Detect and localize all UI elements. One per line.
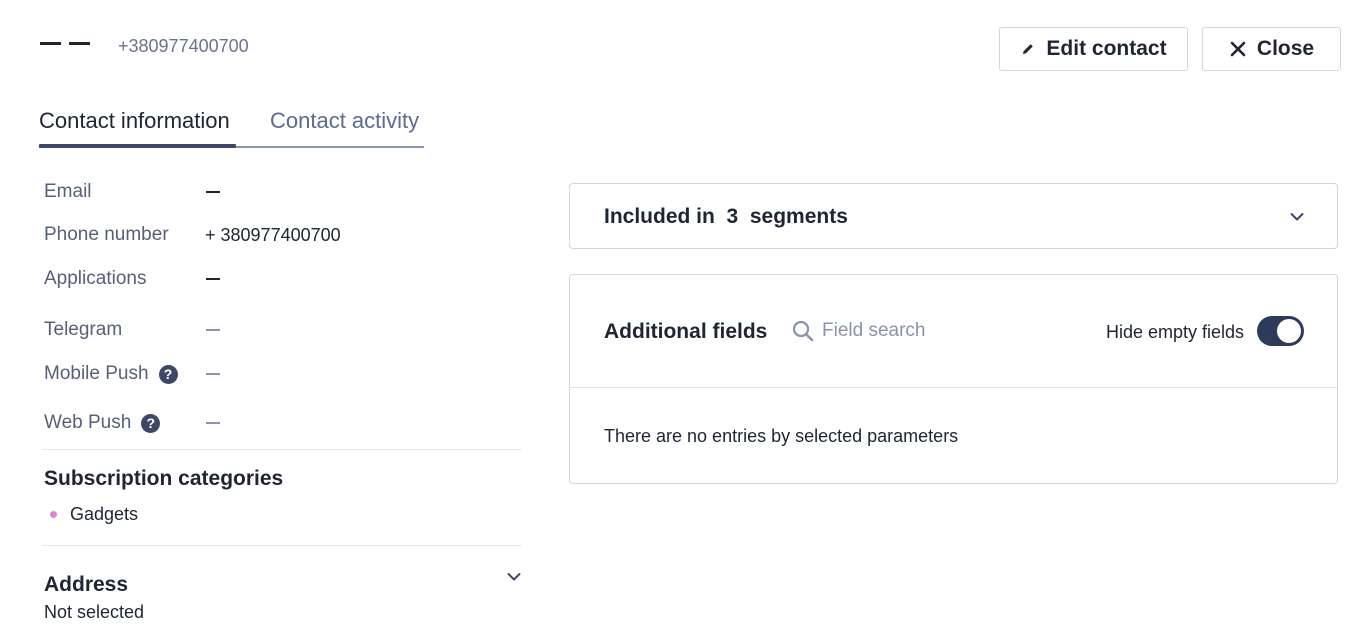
active-tab-indicator — [39, 144, 236, 148]
close-icon — [1230, 41, 1246, 57]
search-icon — [792, 320, 814, 342]
category-dot-icon — [50, 511, 57, 518]
subscription-categories-title: Subscription categories — [44, 467, 284, 490]
divider — [570, 387, 1337, 388]
segments-title: Included in 3 segments — [604, 205, 848, 228]
address-title: Address — [44, 573, 129, 596]
segments-card[interactable]: Included in 3 segments — [569, 183, 1338, 249]
chevron-down-icon[interactable] — [1290, 210, 1304, 224]
tab-contact-information[interactable]: Contact information — [39, 108, 230, 134]
tabs: Contact information Contact activity — [39, 106, 424, 148]
email-value — [206, 191, 220, 193]
address-value: Not selected — [44, 602, 145, 622]
close-label: Close — [1256, 37, 1315, 60]
field-search-input[interactable] — [822, 320, 1002, 342]
hide-empty-fields-toggle[interactable] — [1257, 316, 1304, 346]
web-push-label: Web Push ? — [44, 412, 161, 434]
hide-empty-fields-label: Hide empty fields — [1106, 322, 1245, 342]
applications-value — [206, 278, 220, 280]
divider — [42, 449, 522, 450]
telegram-value — [206, 329, 220, 331]
web-push-value — [206, 422, 220, 424]
header-phone: +380977400700 — [118, 36, 249, 56]
phone-label: Phone number — [44, 224, 169, 245]
edit-contact-button[interactable]: Edit contact — [999, 27, 1188, 71]
tab-contact-activity[interactable]: Contact activity — [270, 108, 419, 134]
phone-value: + 380977400700 — [205, 225, 341, 245]
edit-contact-label: Edit contact — [1046, 37, 1167, 60]
empty-state-message: There are no entries by selected paramet… — [604, 426, 959, 446]
additional-fields-title: Additional fields — [604, 320, 768, 343]
pencil-icon — [1023, 44, 1034, 54]
mobile-push-label: Mobile Push ? — [44, 363, 178, 385]
divider — [42, 545, 522, 546]
chevron-down-icon[interactable] — [507, 570, 521, 584]
contact-name-placeholder — [40, 42, 90, 45]
help-icon[interactable]: ? — [141, 413, 161, 433]
email-label: Email — [44, 181, 92, 202]
help-icon[interactable]: ? — [158, 364, 178, 384]
close-button[interactable]: Close — [1202, 27, 1341, 71]
mobile-push-value — [206, 373, 220, 375]
applications-label: Applications — [44, 268, 147, 289]
toggle-knob — [1277, 319, 1301, 343]
telegram-label: Telegram — [44, 319, 123, 340]
field-search[interactable] — [792, 320, 1002, 342]
category-item: Gadgets — [50, 504, 138, 525]
additional-fields-card: Additional fields Hide empty fields Ther… — [569, 274, 1338, 484]
category-label: Gadgets — [70, 504, 139, 524]
